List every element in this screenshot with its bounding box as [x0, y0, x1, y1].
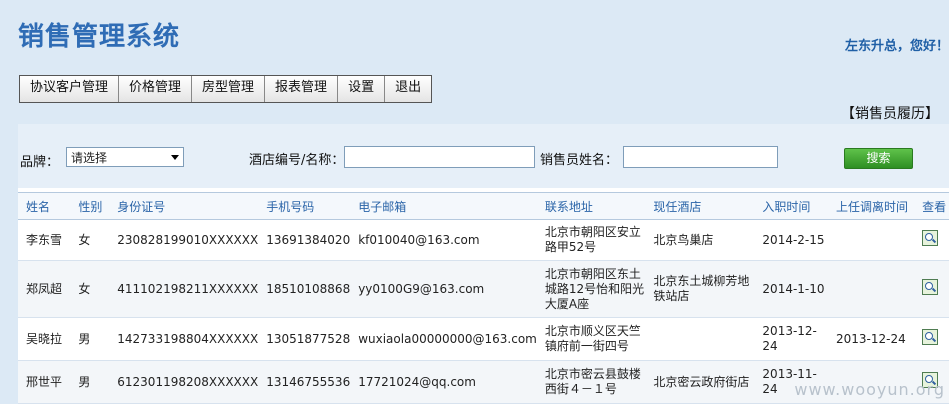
app-title: 销售管理系统 [18, 22, 181, 52]
cell-email: yy0100G9@163.com [350, 260, 537, 318]
table-row: 郑凤超 女 411102198211XXXXXX 18510108868 yy0… [18, 260, 949, 318]
cell-address: 北京市顺义区天竺镇府前一街四号 [536, 317, 646, 361]
cell-hotel [645, 317, 755, 361]
hotel-label: 酒店编号/名称： [249, 153, 345, 168]
cell-name: 郑凤超 [18, 260, 71, 318]
cell-id-number: 142733198804XXXXXX [109, 317, 259, 361]
search-button[interactable]: 搜索 [844, 148, 913, 169]
cell-hotel: 北京东土城柳芳地铁站店 [645, 260, 755, 318]
cell-email: 17721024@qq.com [350, 360, 537, 404]
col-header-gender: 性别 [70, 193, 110, 220]
cell-start-date: 2014-1-10 [754, 260, 828, 318]
cell-gender: 女 [70, 260, 110, 318]
menu-item-pricing[interactable]: 价格管理 [119, 76, 193, 102]
col-header-address: 联系地址 [536, 193, 646, 220]
menu-item-customers[interactable]: 协议客户管理 [20, 76, 120, 102]
col-header-view: 查看 [914, 193, 949, 220]
cell-transfer-date: 2013-12-24 [827, 317, 915, 361]
col-header-email: 电子邮箱 [350, 193, 537, 220]
cell-gender: 男 [70, 317, 110, 361]
brand-label: 品牌： [20, 155, 60, 170]
table-header-row: 姓名 性别 身份证号 手机号码 电子邮箱 联系地址 现任酒店 入职时间 上任调离… [18, 193, 949, 220]
col-header-phone: 手机号码 [258, 193, 351, 220]
menu-item-logout[interactable]: 退出 [385, 76, 432, 102]
cell-id-number: 612301198208XXXXXX [109, 360, 259, 404]
cell-name: 吴晓拉 [18, 317, 71, 361]
cell-id-number: 411102198211XXXXXX [109, 260, 259, 318]
menu-item-room-types[interactable]: 房型管理 [192, 76, 266, 102]
cell-start-date: 2013-12-24 [754, 317, 828, 361]
cell-hotel: 北京密云政府街店 [645, 360, 755, 404]
sales-table: 姓名 性别 身份证号 手机号码 电子邮箱 联系地址 现任酒店 入职时间 上任调离… [18, 192, 949, 404]
cell-email: wuxiaola00000000@163.com [350, 317, 537, 361]
menu-item-reports[interactable]: 报表管理 [265, 76, 339, 102]
watermark: www.wooyun.org [794, 380, 945, 399]
cell-view [914, 219, 949, 261]
brand-select-value: 请选择 [71, 151, 108, 165]
cell-gender: 女 [70, 219, 110, 261]
main-menu: 协议客户管理 价格管理 房型管理 报表管理 设置 退出 [19, 75, 433, 103]
cell-address: 北京市朝阳区东土城路12号怡和阳光大厦A座 [536, 260, 646, 318]
cell-phone: 13146755536 [258, 360, 351, 404]
sales-name-input[interactable] [623, 146, 778, 168]
cell-start-date: 2014-2-15 [754, 219, 828, 261]
col-header-hotel: 现任酒店 [645, 193, 755, 220]
chevron-down-icon [171, 155, 179, 160]
greeting-text: 左东升总，您好！ [844, 39, 949, 54]
content-panel: 品牌： 请选择 酒店编号/名称： 销售员姓名： 搜索 姓名 性别 身份证号 手机… [18, 124, 949, 404]
cell-name: 邢世平 [18, 360, 71, 404]
table-row: 李东雪 女 230828199010XXXXXX 13691384020 kf0… [18, 219, 949, 261]
cell-phone: 18510108868 [258, 260, 351, 318]
magnifier-icon[interactable] [922, 230, 939, 246]
table-row: 吴晓拉 男 142733198804XXXXXX 13051877528 wux… [18, 317, 949, 361]
brand-select[interactable]: 请选择 [66, 147, 184, 167]
magnifier-icon[interactable] [922, 279, 939, 295]
cell-view [914, 260, 949, 318]
col-header-name: 姓名 [18, 193, 71, 220]
cell-address: 北京市朝阳区安立路甲52号 [536, 219, 646, 261]
cell-email: kf010040@163.com [350, 219, 537, 261]
hotel-input[interactable] [344, 146, 535, 168]
col-header-start-date: 入职时间 [754, 193, 828, 220]
col-header-id-number: 身份证号 [109, 193, 259, 220]
magnifier-icon[interactable] [922, 329, 939, 345]
search-bar: 品牌： 请选择 酒店编号/名称： 销售员姓名： 搜索 [18, 124, 949, 188]
col-header-transfer-date: 上任调离时间 [827, 193, 915, 220]
sales-name-label: 销售员姓名： [540, 153, 619, 168]
cell-address: 北京市密云县鼓楼西街４－１号 [536, 360, 646, 404]
menu-item-settings[interactable]: 设置 [338, 76, 386, 102]
sales-history-link[interactable]: 【销售员履历】 [841, 103, 939, 123]
cell-view [914, 317, 949, 361]
cell-phone: 13051877528 [258, 317, 351, 361]
cell-hotel: 北京鸟巢店 [645, 219, 755, 261]
cell-name: 李东雪 [18, 219, 71, 261]
cell-gender: 男 [70, 360, 110, 404]
cell-transfer-date [827, 260, 915, 318]
cell-transfer-date [827, 219, 915, 261]
cell-phone: 13691384020 [258, 219, 351, 261]
cell-id-number: 230828199010XXXXXX [109, 219, 259, 261]
